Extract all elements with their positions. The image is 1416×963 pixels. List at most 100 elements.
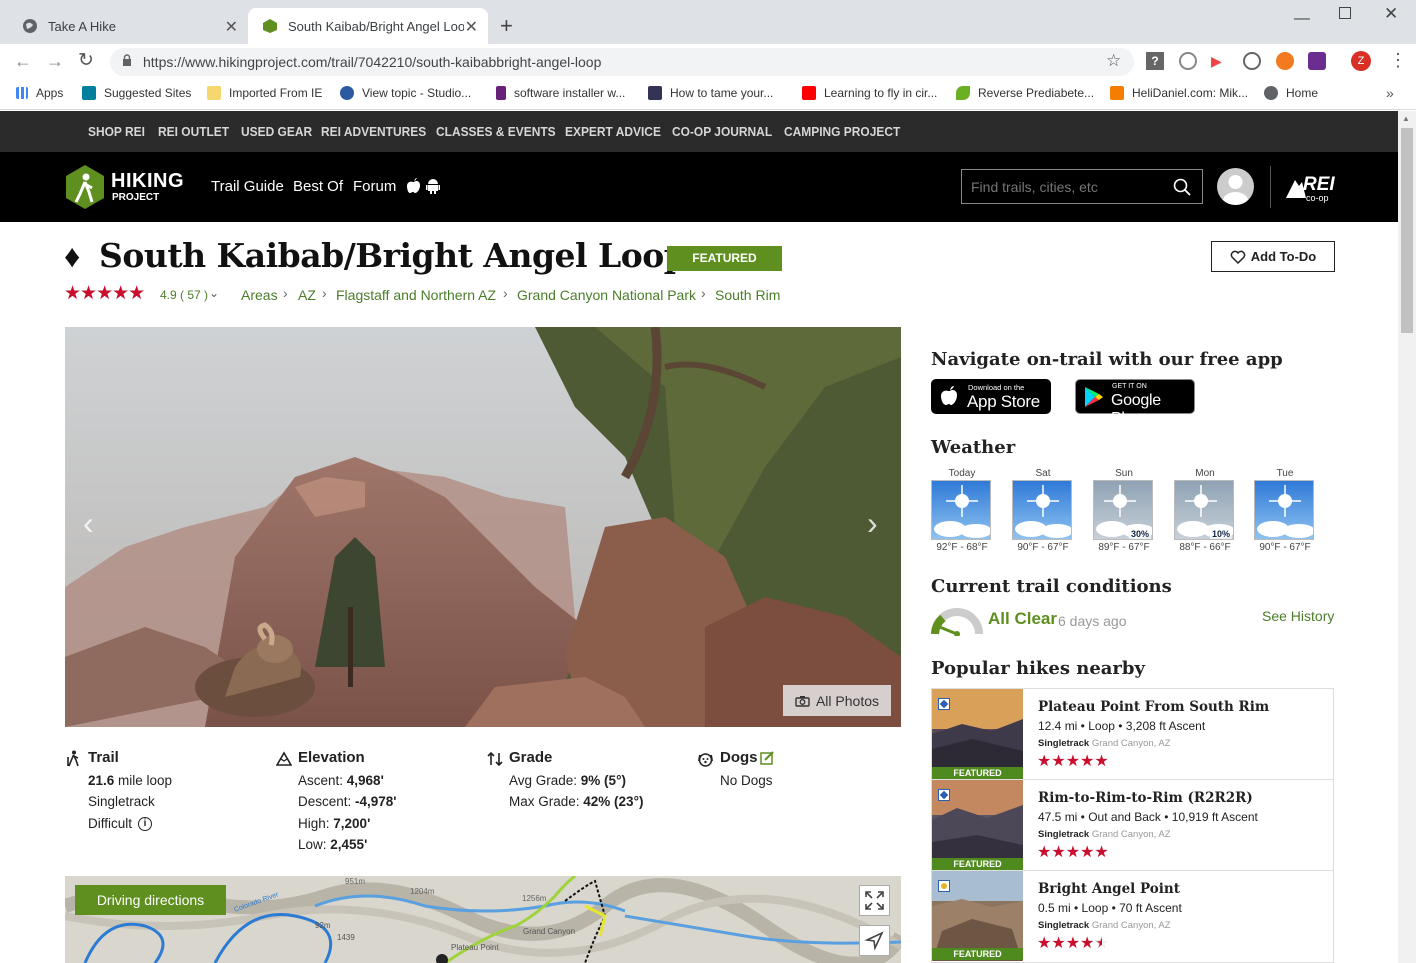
locate-button[interactable] (859, 925, 890, 956)
edit-icon[interactable] (760, 751, 775, 766)
breadcrumb-az[interactable]: AZ (298, 287, 316, 303)
stat-low: Low: 2,455' (298, 837, 367, 852)
search-icon[interactable] (1173, 178, 1191, 196)
nav-forum[interactable]: Forum (353, 178, 396, 195)
bookmark-suggested-sites[interactable]: Suggested Sites (82, 86, 191, 100)
rei-nav-rei-adventures[interactable]: REI ADVENTURES (321, 124, 426, 139)
help-extension-icon[interactable]: ? (1146, 52, 1164, 70)
weather-day-label: Today (948, 468, 976, 479)
app-store-small: Download on the (968, 383, 1025, 392)
scroll-up-arrow[interactable]: ▲ (1402, 114, 1410, 123)
maximize-button[interactable] (1339, 7, 1351, 19)
popular-hike-card[interactable]: FEATURED Rim-to-Rim-to-Rim (R2R2R) 47.5 … (931, 780, 1334, 871)
extension-icon[interactable]: ▶ (1211, 54, 1227, 68)
close-tab-icon[interactable]: ✕ (225, 17, 238, 37)
sunny-icon (1012, 480, 1073, 540)
driving-directions-button[interactable]: Driving directions (75, 885, 226, 915)
conditions-time: 6 days ago (1058, 613, 1127, 629)
weather-temp: 88°F - 66°F (1179, 542, 1231, 553)
bookmark-helidaniel[interactable]: HeliDaniel.com: Mik... (1110, 86, 1248, 100)
browser-menu-icon[interactable]: ⋮ (1389, 50, 1407, 70)
elevation-icon (276, 751, 292, 766)
tab-south-kaibab[interactable]: South Kaibab/Bright Angel Loop ✕ (248, 8, 488, 44)
scrollbar-thumb[interactable] (1401, 128, 1413, 333)
popular-hike-name[interactable]: Bright Angel Point (1038, 881, 1180, 897)
bookmark-view-topic[interactable]: View topic - Studio... (340, 86, 471, 100)
all-photos-button[interactable]: All Photos (783, 685, 891, 716)
vs-icon (496, 86, 506, 100)
breadcrumb-grand-canyon[interactable]: Grand Canyon National Park (517, 287, 696, 303)
extension-icon[interactable] (1308, 52, 1326, 70)
bookmark-imported-from-ie[interactable]: Imported From IE (207, 86, 322, 100)
rei-nav-camping-project[interactable]: CAMPING PROJECT (784, 124, 900, 139)
photo-prev-arrow[interactable]: ‹ (83, 505, 94, 542)
bookmark-software-installer[interactable]: software installer w... (496, 86, 625, 100)
condition-gauge-icon (931, 608, 983, 636)
new-tab-button[interactable]: + (500, 13, 513, 39)
close-window-button[interactable]: ✕ (1384, 4, 1398, 24)
bookmark-home[interactable]: Home (1264, 86, 1318, 100)
extension-icon[interactable] (1243, 52, 1261, 70)
conditions-heading: Current trail conditions (931, 576, 1172, 597)
trail-photo[interactable]: ‹ › All Photos (65, 327, 901, 727)
address-bar[interactable]: https://www.hikingproject.com/trail/7042… (110, 48, 1134, 76)
back-button[interactable]: ← (14, 51, 32, 72)
search-box[interactable] (961, 169, 1203, 204)
extension-icon[interactable] (1179, 52, 1197, 70)
breadcrumb-south-rim[interactable]: South Rim (715, 287, 780, 303)
rei-nav-rei-outlet[interactable]: REI OUTLET (158, 124, 229, 139)
breadcrumb-flagstaff[interactable]: Flagstaff and Northern AZ (336, 287, 496, 303)
rei-nav-coop-journal[interactable]: CO-OP JOURNAL (672, 124, 772, 139)
close-tab-icon[interactable]: ✕ (465, 17, 478, 37)
descent-value: -4,978' (355, 794, 397, 809)
rei-nav-classes-events[interactable]: CLASSES & EVENTS (436, 124, 556, 139)
see-history-link[interactable]: See History (1262, 608, 1334, 624)
precip-chance: 10% (1210, 529, 1233, 539)
grade-arrows-icon (487, 751, 503, 767)
popular-hike-card[interactable]: FEATURED Bright Angel Point 0.5 mi • Loo… (931, 871, 1334, 963)
google-play-badge[interactable]: GET IT ON Google Play (1075, 379, 1195, 427)
bookmark-learning-to-fly[interactable]: Learning to fly in cir... (802, 86, 937, 100)
info-icon[interactable]: i (138, 817, 152, 831)
rei-nav-shop-rei[interactable]: SHOP REI (88, 124, 145, 139)
forward-button[interactable]: → (46, 51, 64, 72)
android-icon[interactable] (426, 178, 440, 194)
nav-best-of[interactable]: Best Of (293, 178, 343, 195)
bookmark-star-icon[interactable]: ☆ (1106, 51, 1121, 71)
extension-icon[interactable] (1276, 52, 1294, 70)
popular-hike-name[interactable]: Rim-to-Rim-to-Rim (R2R2R) (1038, 790, 1253, 806)
rei-nav-expert-advice[interactable]: EXPERT ADVICE (565, 124, 661, 139)
rei-coop-logo[interactable]: REI co-op (1286, 174, 1336, 204)
google-play-icon (1085, 387, 1103, 407)
rating-stars[interactable]: ★★★★★ (64, 283, 145, 305)
more-bookmarks-icon[interactable]: » (1386, 85, 1394, 101)
hiking-project-logo[interactable]: HIKING PROJECT (64, 164, 188, 210)
map-label: Plateau Point (451, 943, 499, 952)
url-text: https://www.hikingproject.com/trail/7042… (143, 54, 602, 70)
photo-next-arrow[interactable]: › (867, 505, 878, 542)
apple-icon[interactable] (407, 178, 421, 194)
tab-take-a-hike[interactable]: Take A Hike ✕ (8, 8, 248, 44)
profile-avatar[interactable]: Z (1351, 51, 1371, 71)
popular-hike-card[interactable]: FEATURED Plateau Point From South Rim 12… (931, 689, 1334, 780)
reload-button[interactable]: ↻ (78, 49, 94, 72)
search-input[interactable] (962, 170, 1162, 203)
rei-nav-bar: SHOP REI REI OUTLET USED GEAR REI ADVENT… (0, 111, 1398, 152)
trail-map[interactable]: 951m 1204m 1256m Colorado River Plateau … (65, 876, 901, 963)
breadcrumb-areas[interactable]: Areas (241, 287, 278, 303)
rei-nav-used-gear[interactable]: USED GEAR (241, 124, 312, 139)
popular-hike-name[interactable]: Plateau Point From South Rim (1038, 699, 1269, 715)
rating-text[interactable]: 4.9 ( 57 ) (160, 288, 208, 302)
app-store-badge[interactable]: Download on the App Store (931, 379, 1051, 414)
user-avatar[interactable] (1217, 168, 1254, 205)
map-label: Grand Canyon (523, 927, 575, 936)
bookmark-tame[interactable]: How to tame your... (648, 86, 773, 100)
rating-dropdown-icon[interactable]: ⌄ (209, 286, 219, 300)
minimize-button[interactable]: — (1294, 10, 1310, 28)
fullscreen-button[interactable] (859, 885, 890, 916)
bookmark-apps[interactable]: Apps (16, 86, 63, 100)
nav-trail-guide[interactable]: Trail Guide (211, 178, 284, 195)
bookmark-reverse-prediabetes[interactable]: Reverse Prediabete... (956, 86, 1094, 100)
add-todo-button[interactable]: Add To-Do (1211, 241, 1335, 272)
map-label: 951m (345, 877, 365, 886)
